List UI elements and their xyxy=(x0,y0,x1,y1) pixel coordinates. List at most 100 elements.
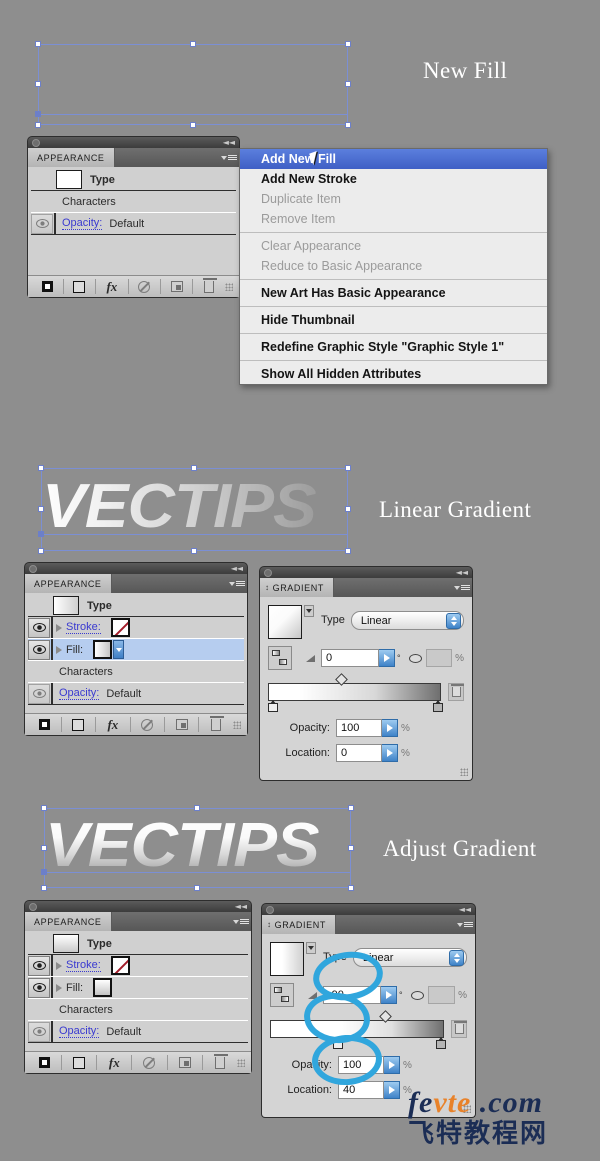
gradient-stop-end[interactable] xyxy=(436,1037,446,1049)
duplicate-item-button[interactable] xyxy=(172,1055,198,1071)
appearance-row-stroke[interactable]: Stroke: xyxy=(28,955,248,977)
collapse-icon[interactable]: ◄◄ xyxy=(456,568,468,578)
opacity-input[interactable]: 100 xyxy=(338,1056,384,1074)
chevron-right-icon[interactable] xyxy=(56,983,62,992)
tab-appearance[interactable]: APPEARANCE xyxy=(28,148,115,167)
close-icon[interactable] xyxy=(264,569,272,577)
chevron-updown-icon[interactable] xyxy=(449,949,464,966)
fill-label[interactable]: Fill: xyxy=(66,982,83,994)
location-stepper-button[interactable] xyxy=(382,744,398,762)
panel-titlebar[interactable]: ◄◄ xyxy=(259,566,473,578)
selection-handle[interactable] xyxy=(345,81,351,87)
selection-box-wordmark-1[interactable] xyxy=(38,465,351,554)
panel-titlebar[interactable]: ◄◄ xyxy=(24,562,248,574)
appearance-footer-toolbar[interactable]: fx xyxy=(28,275,239,297)
gradient-panel-1[interactable]: ◄◄ ↕ GRADIENT Type Linear 0 ° % Opacity:… xyxy=(259,566,473,781)
collapse-icon[interactable]: ◄◄ xyxy=(231,564,243,574)
selection-anchor-point[interactable] xyxy=(41,869,47,875)
duplicate-item-button[interactable] xyxy=(169,717,195,733)
eye-icon[interactable] xyxy=(28,977,50,998)
selection-handle[interactable] xyxy=(348,805,354,811)
delete-gradient-stop-button[interactable] xyxy=(451,1020,467,1038)
panel-tabbar[interactable]: APPEARANCE xyxy=(27,148,240,167)
eye-icon[interactable] xyxy=(28,955,50,976)
opacity-link[interactable]: Opacity: xyxy=(59,1025,100,1038)
duplicate-item-button[interactable] xyxy=(164,279,190,295)
menu-item-new-art-has-basic-appearance[interactable]: New Art Has Basic Appearance xyxy=(240,283,547,303)
tab-appearance[interactable]: APPEARANCE xyxy=(25,912,112,931)
delete-item-button[interactable] xyxy=(207,1053,233,1071)
panel-titlebar[interactable]: ◄◄ xyxy=(261,903,476,915)
panel-titlebar[interactable]: ◄◄ xyxy=(27,136,240,148)
chevron-right-icon[interactable] xyxy=(56,645,62,654)
clear-appearance-button[interactable] xyxy=(136,1055,162,1071)
gradient-midpoint-handle[interactable] xyxy=(379,1010,392,1023)
location-input[interactable]: 40 xyxy=(338,1081,384,1099)
collapse-icon[interactable]: ◄◄ xyxy=(235,902,247,912)
add-new-fill-button[interactable] xyxy=(66,279,92,295)
appearance-row-stroke[interactable]: Stroke: xyxy=(28,617,244,639)
stroke-link[interactable]: Stroke: xyxy=(66,959,101,972)
eye-icon[interactable] xyxy=(28,639,50,660)
menu-item-add-new-fill[interactable]: Add New Fill xyxy=(240,149,547,169)
resize-grip-icon[interactable] xyxy=(460,768,468,776)
selection-handle[interactable] xyxy=(38,465,44,471)
appearance-row-characters[interactable]: Characters xyxy=(28,999,248,1021)
resize-grip-icon[interactable] xyxy=(232,720,241,729)
delete-item-button[interactable] xyxy=(196,277,222,295)
stroke-link[interactable]: Stroke: xyxy=(66,621,101,634)
gradient-stop-start[interactable] xyxy=(332,1037,343,1049)
chevron-right-icon[interactable] xyxy=(56,961,62,970)
eye-icon[interactable] xyxy=(31,213,53,234)
reverse-gradient-button[interactable] xyxy=(270,983,294,1007)
fill-label[interactable]: Fill: xyxy=(66,644,83,656)
gradient-preview-swatch[interactable] xyxy=(270,942,304,976)
opacity-link[interactable]: Opacity: xyxy=(62,217,103,230)
angle-input[interactable]: -90 xyxy=(323,986,381,1004)
appearance-panel-3[interactable]: ◄◄ APPEARANCE Type Stroke: Fill: Charact… xyxy=(24,900,252,1074)
selection-handle[interactable] xyxy=(191,548,197,554)
gradient-stop-end[interactable] xyxy=(433,700,443,712)
appearance-row-type[interactable]: Type xyxy=(28,933,248,955)
selection-handle[interactable] xyxy=(35,122,41,128)
selection-anchor-point[interactable] xyxy=(38,531,44,537)
selection-handle[interactable] xyxy=(194,885,200,891)
add-new-stroke-button[interactable] xyxy=(34,279,60,295)
panel-menu-icon[interactable] xyxy=(229,578,245,589)
close-icon[interactable] xyxy=(29,903,37,911)
appearance-footer-toolbar[interactable]: fx xyxy=(25,1051,251,1073)
panel-menu-icon[interactable] xyxy=(221,152,237,163)
close-icon[interactable] xyxy=(266,906,274,914)
add-new-fill-button[interactable] xyxy=(65,717,91,733)
angle-stepper-button[interactable] xyxy=(379,649,395,667)
delete-item-button[interactable] xyxy=(203,715,229,733)
tab-gradient[interactable]: ↕ GRADIENT xyxy=(260,578,334,597)
resize-grip-icon[interactable] xyxy=(236,1058,245,1067)
appearance-row-opacity[interactable]: Opacity: Default xyxy=(31,213,236,235)
chevron-updown-icon[interactable] xyxy=(446,612,461,629)
selection-handle[interactable] xyxy=(190,41,196,47)
menu-item-hide-thumbnail[interactable]: Hide Thumbnail xyxy=(240,310,547,330)
selection-handle[interactable] xyxy=(345,548,351,554)
opacity-stepper-button[interactable] xyxy=(384,1056,400,1074)
close-icon[interactable] xyxy=(32,139,40,147)
opacity-input[interactable]: 100 xyxy=(336,719,382,737)
selection-handle[interactable] xyxy=(190,122,196,128)
add-new-fill-button[interactable] xyxy=(66,1055,92,1071)
menu-item-add-new-stroke[interactable]: Add New Stroke xyxy=(240,169,547,189)
selection-handle[interactable] xyxy=(194,805,200,811)
selection-handle[interactable] xyxy=(348,885,354,891)
tab-appearance[interactable]: APPEARANCE xyxy=(25,574,112,593)
appearance-row-characters[interactable]: Characters xyxy=(28,661,244,683)
delete-gradient-stop-button[interactable] xyxy=(448,683,464,701)
collapse-icon[interactable]: ◄◄ xyxy=(223,138,235,148)
appearance-row-opacity[interactable]: Opacity: Default xyxy=(28,1021,248,1043)
close-icon[interactable] xyxy=(29,565,37,573)
selection-box-empty[interactable] xyxy=(35,41,351,128)
selection-handle[interactable] xyxy=(41,885,47,891)
panel-tabbar[interactable]: APPEARANCE xyxy=(24,574,248,593)
fill-swatch-gradient[interactable] xyxy=(93,640,113,659)
menu-item-show-all-hidden-attributes[interactable]: Show All Hidden Attributes xyxy=(240,364,547,384)
collapse-icon[interactable]: ◄◄ xyxy=(459,905,471,915)
panel-tabbar[interactable]: ↕ GRADIENT xyxy=(259,578,473,597)
